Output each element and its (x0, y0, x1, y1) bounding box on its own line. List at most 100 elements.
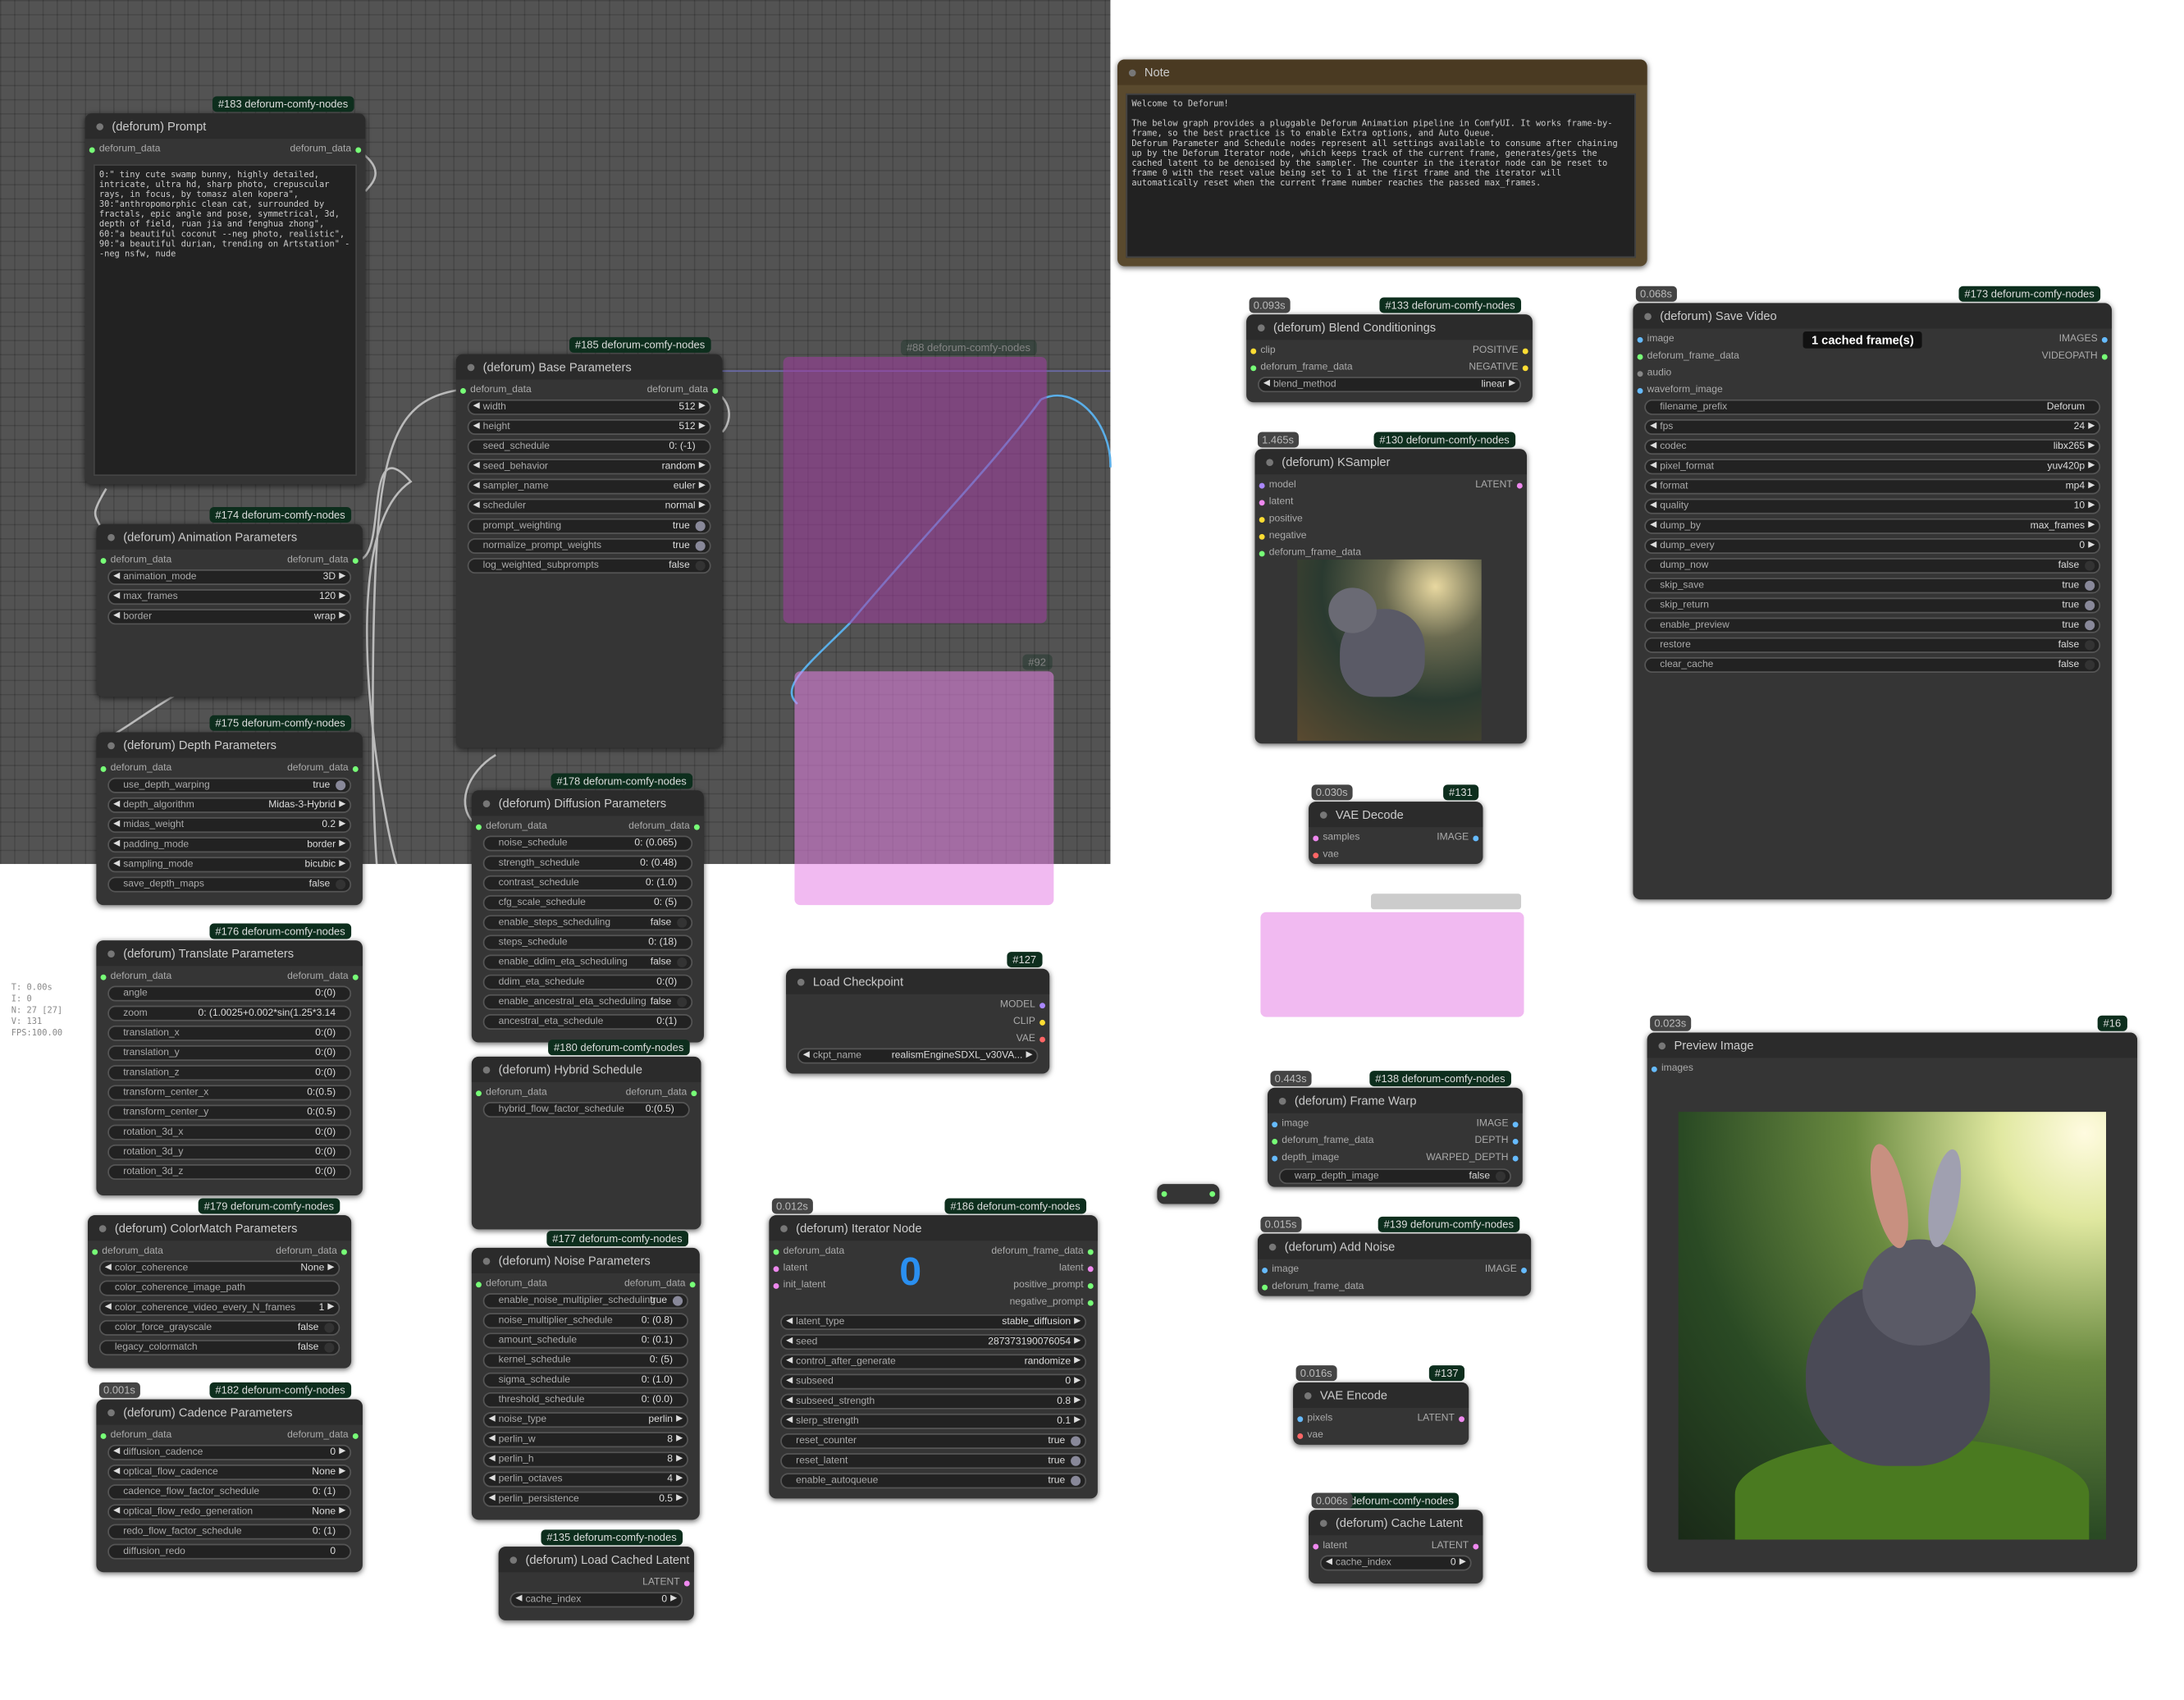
savevideo-header[interactable]: (deforum) Save Video (1633, 303, 2112, 329)
note-textarea[interactable]: Welcome to Deforum! The below graph prov… (1126, 93, 1636, 258)
widget-ddim-eta-schedule[interactable]: ddim_eta_schedule 0:(0) (482, 974, 693, 990)
arrow-left-icon[interactable]: ◀ (113, 799, 120, 812)
output-slot[interactable] (691, 1090, 697, 1097)
anim-node[interactable]: (deforum) Animation Parameters deforum_da… (96, 523, 363, 697)
arrow-left-icon[interactable]: ◀ (473, 480, 480, 493)
output-slot[interactable] (1039, 1019, 1046, 1026)
output-slot[interactable] (341, 1249, 347, 1255)
widget-sampling-mode[interactable]: ◀ ▶ sampling_mode bicubic (107, 857, 352, 873)
input-slot[interactable] (1259, 500, 1265, 506)
input-slot[interactable] (1259, 517, 1265, 523)
widget-amount-schedule[interactable]: amount_schedule 0: (0.1) (482, 1332, 688, 1349)
widget-kernel-schedule[interactable]: kernel_schedule 0: (5) (482, 1352, 688, 1369)
collapse-dot-icon[interactable] (1128, 68, 1136, 76)
cachelatent-node[interactable]: (deforum) Cache Latent latent LATENT ◀ ▶ cach… (1309, 1510, 1483, 1584)
arrow-right-icon[interactable]: ▶ (327, 1262, 334, 1275)
arrow-left-icon[interactable]: ◀ (786, 1336, 793, 1349)
widget-translation-y[interactable]: translation_y 0:(0) (107, 1045, 352, 1061)
toggle-knob-icon[interactable] (695, 541, 706, 551)
toggle-knob-icon[interactable] (324, 1323, 335, 1333)
collapse-dot-icon[interactable] (1266, 458, 1273, 466)
input-slot[interactable] (1297, 1433, 1304, 1439)
widget-control-after-generate[interactable]: ◀ ▶ control_after_generate randomize (780, 1354, 1087, 1370)
reroute-node[interactable] (1157, 1184, 1220, 1204)
collapse-dot-icon[interactable] (1319, 1519, 1327, 1527)
input-slot[interactable] (1259, 551, 1265, 557)
widget-dump-every[interactable]: ◀ ▶ dump_every 0 (1644, 537, 2101, 554)
arrow-left-icon[interactable]: ◀ (1650, 480, 1656, 493)
collapse-dot-icon[interactable] (482, 1066, 491, 1073)
widget-diffusion-cadence[interactable]: ◀ ▶ diffusion_cadence 0 (107, 1444, 352, 1460)
input-slot[interactable] (100, 765, 107, 772)
collapse-dot-icon[interactable] (1319, 811, 1327, 818)
collapse-dot-icon[interactable] (797, 978, 805, 985)
widget-threshold-schedule[interactable]: threshold_schedule 0: (0.0) (482, 1392, 688, 1408)
widget-hybrid-flow-factor-schedule[interactable]: hybrid_flow_factor_schedule 0:(0.5) (482, 1102, 690, 1118)
toggle-knob-icon[interactable] (1071, 1456, 1081, 1466)
toggle-knob-icon[interactable] (695, 521, 706, 532)
widget-ckpt-name[interactable]: ◀ ▶ ckpt_name realismEngineSDXL_v30VA... (797, 1048, 1039, 1064)
input-slot[interactable] (1313, 852, 1319, 859)
widget-save-depth-maps[interactable]: save_depth_maps false (107, 876, 352, 893)
arrow-left-icon[interactable]: ◀ (489, 1414, 496, 1427)
widget-use-depth-warping[interactable]: use_depth_warping true (107, 777, 352, 793)
widget-format[interactable]: ◀ ▶ format mp4 (1644, 478, 2101, 495)
ksampler-node[interactable]: (deforum) KSampler model LATENT latent posit… (1254, 449, 1527, 744)
collapse-dot-icon[interactable] (96, 122, 104, 130)
toggle-knob-icon[interactable] (677, 997, 688, 1008)
prompt-textarea[interactable]: 0:" tiny cute swamp bunny, highly detail… (93, 164, 358, 477)
arrow-right-icon[interactable]: ▶ (699, 421, 706, 434)
translate-header[interactable]: (deforum) Translate Parameters (96, 940, 363, 967)
cadence-node[interactable]: (deforum) Cadence Parameters deforum_data… (96, 1399, 363, 1573)
widget-rotation-3d-z[interactable]: rotation_3d_z 0:(0) (107, 1164, 352, 1181)
output-slot[interactable] (1087, 1266, 1094, 1273)
collapse-dot-icon[interactable] (1644, 312, 1652, 320)
vaeencode-node[interactable]: VAE Encode pixels LATENT vae (1293, 1382, 1469, 1445)
input-slot[interactable] (100, 974, 107, 980)
arrow-left-icon[interactable]: ◀ (1650, 441, 1656, 454)
collapse-dot-icon[interactable] (1278, 1097, 1286, 1104)
arrow-right-icon[interactable]: ▶ (1074, 1395, 1081, 1408)
arrow-left-icon[interactable]: ◀ (113, 610, 120, 624)
output-slot[interactable] (1512, 1122, 1519, 1128)
widget-cadence-flow-factor-schedule[interactable]: cadence_flow_factor_schedule 0: (1) (107, 1484, 352, 1501)
arrow-left-icon[interactable]: ◀ (786, 1375, 793, 1388)
widget-restore[interactable]: restore false (1644, 637, 2101, 653)
collapse-dot-icon[interactable] (482, 1257, 491, 1264)
widget-transform-center-y[interactable]: transform_center_y 0:(0.5) (107, 1104, 352, 1121)
noise-header[interactable]: (deforum) Noise Parameters (471, 1247, 700, 1273)
input-slot[interactable] (1262, 1284, 1268, 1291)
widget-seed-schedule[interactable]: seed_schedule 0: (-1) (467, 439, 711, 455)
arrow-right-icon[interactable]: ▶ (339, 858, 345, 871)
widget-noise-type[interactable]: ◀ ▶ noise_type perlin (482, 1412, 688, 1428)
widget-enable-ddim-eta-scheduling[interactable]: enable_ddim_eta_scheduling false (482, 954, 693, 971)
output-slot[interactable] (1512, 1155, 1519, 1162)
base-node[interactable]: (deforum) Base Parameters deforum_data def… (455, 354, 723, 748)
output-slot[interactable] (1039, 1036, 1046, 1043)
output-slot[interactable] (712, 388, 719, 394)
widget-cache-index[interactable]: ◀ ▶ cache_index 0 (509, 1592, 683, 1608)
widget-dump-now[interactable]: dump_now false (1644, 558, 2101, 574)
arrow-right-icon[interactable]: ▶ (1074, 1415, 1081, 1428)
widget-color-coherence-image-path[interactable]: color_coherence_image_path (98, 1280, 340, 1296)
arrow-right-icon[interactable]: ▶ (339, 1506, 345, 1519)
input-slot[interactable] (1651, 1066, 1657, 1072)
iterator-node[interactable]: (deforum) Iterator Node deforum_data defor… (769, 1215, 1098, 1499)
previewimage-node[interactable]: Preview Image images (1647, 1032, 2137, 1573)
output-slot[interactable] (689, 1282, 696, 1288)
ghost-load-video-node[interactable] (783, 357, 1047, 624)
widget-reset-counter[interactable]: reset_counter true (780, 1433, 1087, 1450)
widget-skip-return[interactable]: skip_return true (1644, 597, 2101, 614)
widget-noise-multiplier-schedule[interactable]: noise_multiplier_schedule 0: (0.8) (482, 1313, 688, 1329)
arrow-left-icon[interactable]: ◀ (803, 1049, 810, 1062)
toggle-knob-icon[interactable] (2085, 640, 2095, 651)
arrow-left-icon[interactable]: ◀ (113, 571, 120, 584)
arrow-right-icon[interactable]: ▶ (1074, 1336, 1081, 1349)
widget-normalize-prompt-weights[interactable]: normalize_prompt_weights true (467, 537, 711, 554)
arrow-right-icon[interactable]: ▶ (339, 819, 345, 832)
arrow-left-icon[interactable]: ◀ (473, 421, 480, 434)
collapse-dot-icon[interactable] (1268, 1242, 1277, 1250)
input-slot[interactable] (1250, 348, 1257, 354)
input-slot[interactable] (1272, 1122, 1278, 1128)
arrow-left-icon[interactable]: ◀ (473, 500, 480, 513)
